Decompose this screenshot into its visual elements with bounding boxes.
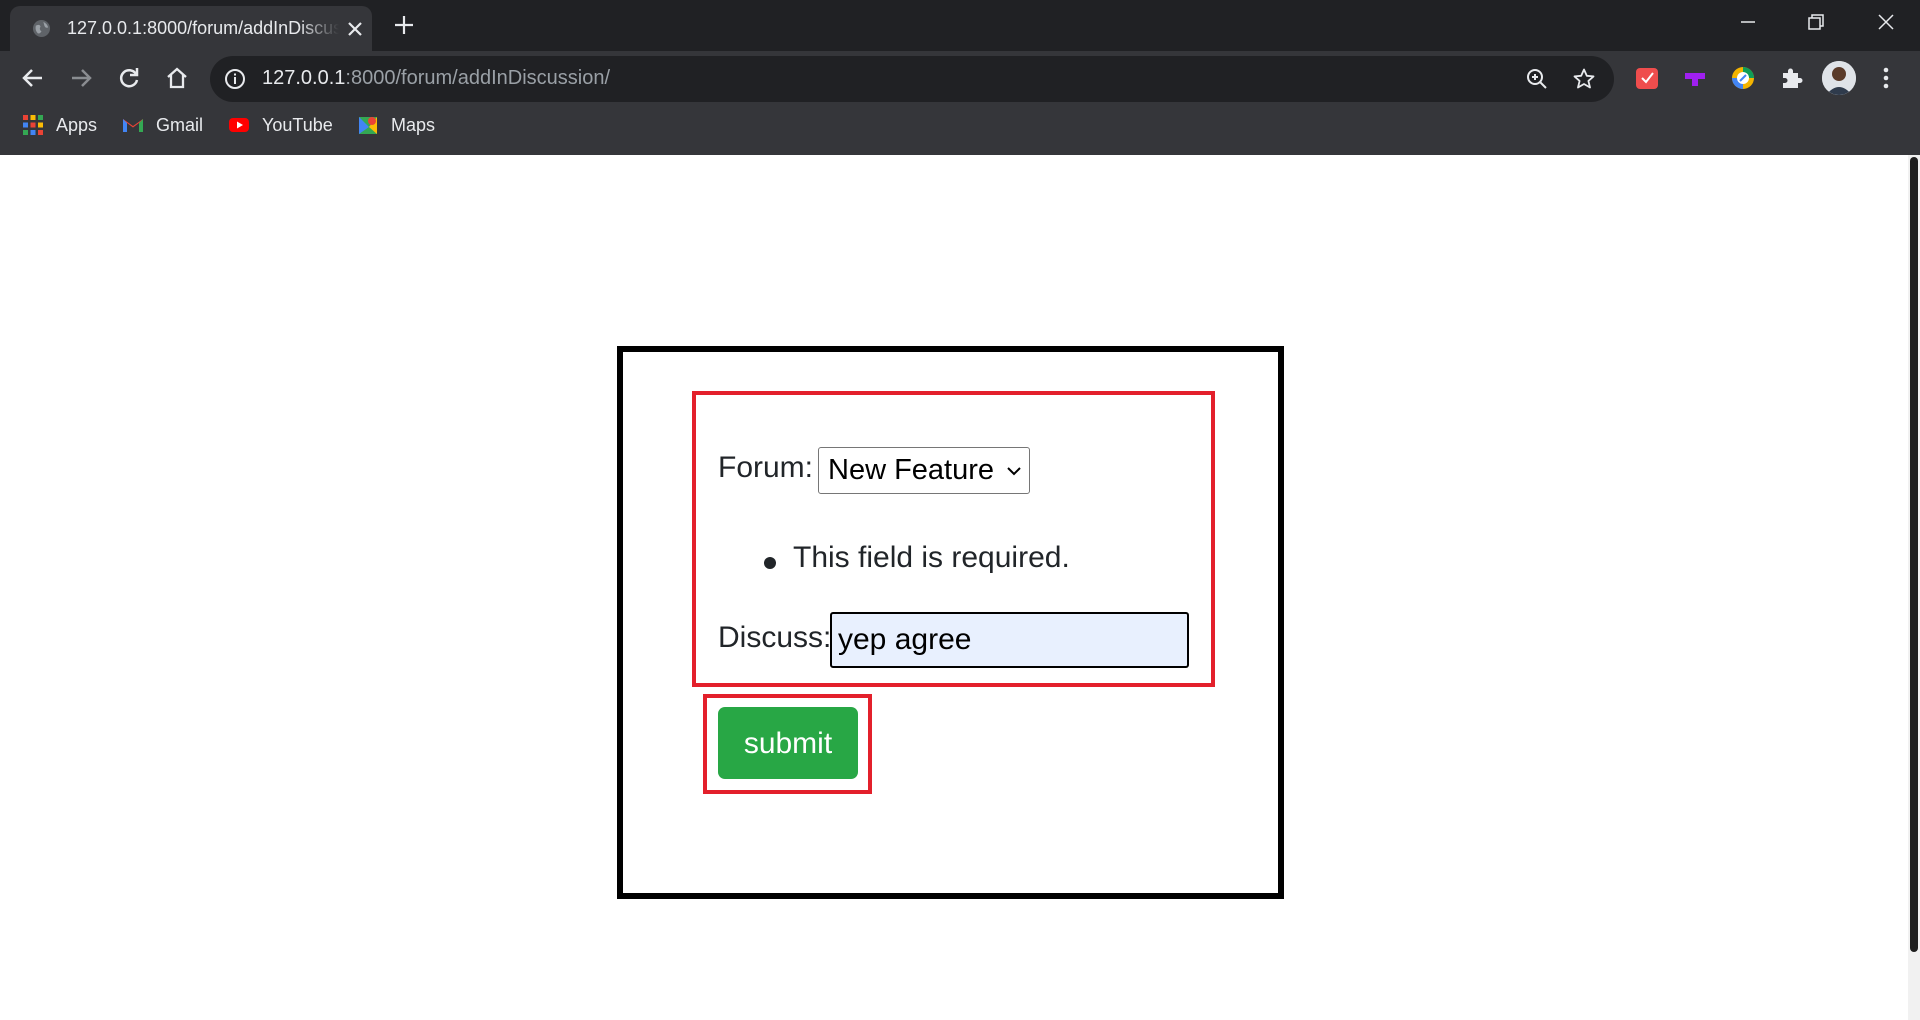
forward-arrow-icon[interactable] (68, 65, 94, 91)
bookmark-maps[interactable]: Maps (357, 114, 435, 136)
url-text[interactable]: 127.0.0.1:8000/forum/addInDiscussion/ (262, 67, 610, 90)
bookmarks-bar: Apps Gmail YouTube Maps (0, 106, 600, 146)
tab-strip: 127.0.0.1:8000/forum/addInDiscussion/ (0, 0, 1920, 51)
active-tab[interactable]: 127.0.0.1:8000/forum/addInDiscussion/ (10, 6, 372, 51)
purple-extension-icon[interactable] (1682, 65, 1708, 91)
error-bullet (764, 557, 776, 569)
forum-select[interactable]: New Feature (818, 447, 1030, 494)
minimize-icon[interactable] (1736, 10, 1760, 34)
page-content: Forum: New Feature This field is require… (0, 155, 1920, 1020)
bookmark-label: YouTube (262, 114, 333, 135)
colorful-extension-icon[interactable] (1730, 65, 1756, 91)
discuss-input-value: yep agree (838, 623, 972, 656)
scrollbar-thumb[interactable] (1910, 157, 1918, 952)
maps-icon (359, 117, 377, 134)
bookmark-label: Apps (56, 114, 98, 135)
field-error-message: This field is required. (793, 541, 1070, 574)
profile-avatar[interactable] (1822, 61, 1856, 95)
url-host: 127.0.0.1 (262, 67, 346, 89)
home-icon[interactable] (164, 65, 190, 91)
bookmark-apps[interactable]: Apps (22, 114, 97, 136)
forum-select-value: New Feature (828, 454, 995, 486)
browser-toolbar: 127.0.0.1:8000/forum/addInDiscussion/ Ap… (0, 51, 1920, 155)
gmail-icon (123, 119, 143, 132)
close-window-icon[interactable] (1874, 10, 1898, 34)
new-tab-icon[interactable] (393, 14, 415, 36)
discuss-label: Discuss: (718, 621, 832, 654)
bookmark-label: Gmail (156, 114, 204, 135)
zoom-icon[interactable] (1525, 67, 1549, 91)
close-tab-icon[interactable] (346, 20, 364, 38)
url-path: :8000/forum/addInDiscussion/ (345, 67, 611, 89)
bookmark-label: Maps (391, 114, 436, 135)
avatar-person-icon (1822, 61, 1856, 95)
red-extension-icon[interactable] (1634, 65, 1660, 91)
bookmark-star-icon[interactable] (1572, 67, 1596, 91)
submit-button[interactable]: submit (718, 707, 858, 779)
reload-icon[interactable] (116, 65, 142, 91)
menu-kebab-icon[interactable] (1876, 65, 1896, 91)
discuss-input[interactable]: yep agree (830, 612, 1189, 668)
globe-icon (32, 19, 51, 38)
forum-label: Forum: (718, 451, 814, 484)
apps-grid-icon (23, 115, 43, 135)
restore-icon[interactable] (1804, 10, 1828, 34)
address-bar[interactable]: 127.0.0.1:8000/forum/addInDiscussion/ (210, 56, 1614, 102)
puzzle-extensions-icon[interactable] (1778, 65, 1804, 91)
tab-title: 127.0.0.1:8000/forum/addInDiscussion/ (67, 18, 339, 38)
chevron-down-icon (1007, 467, 1021, 476)
back-arrow-icon[interactable] (20, 65, 46, 91)
site-info-icon[interactable] (224, 68, 246, 90)
bookmark-youtube[interactable]: YouTube (228, 114, 333, 136)
youtube-icon (229, 118, 249, 132)
vertical-scrollbar[interactable] (1908, 155, 1920, 1020)
bookmark-gmail[interactable]: Gmail (122, 114, 203, 136)
